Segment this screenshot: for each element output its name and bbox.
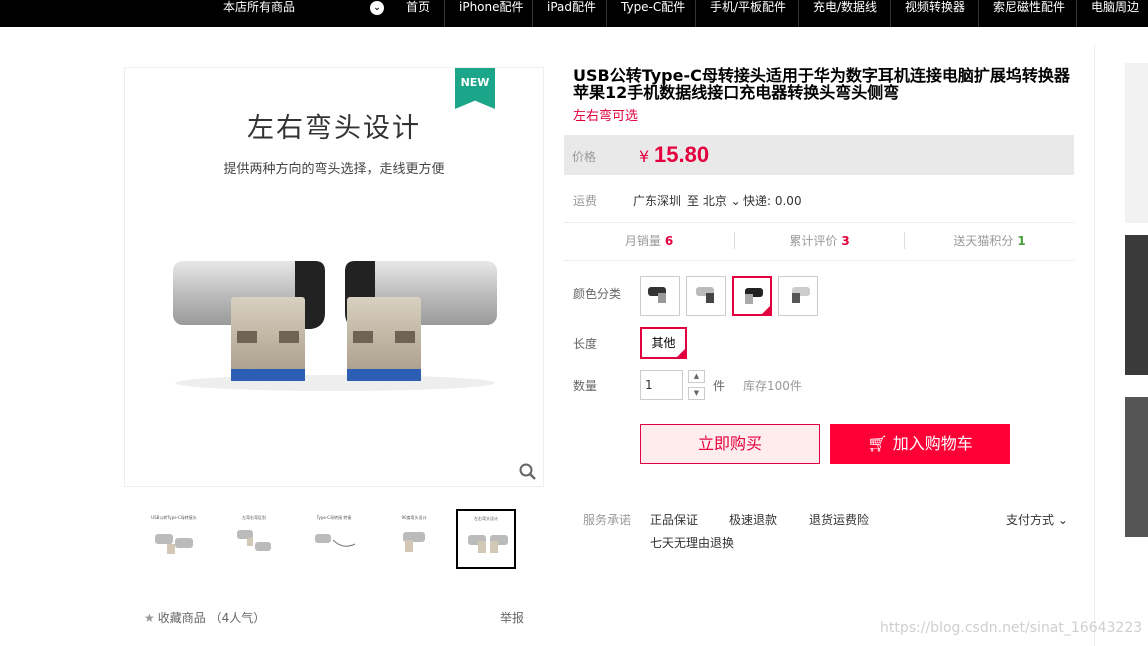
length-option-label: 其他	[651, 336, 676, 350]
thumbnail-selected[interactable]: 左右弯头设计	[456, 509, 516, 569]
product-title: USB公转Type-C母转接头适用于华为数字耳机连接电脑扩展坞转换器苹果12手机…	[573, 66, 1070, 102]
divider	[564, 260, 1074, 261]
nav-iphone[interactable]: iPhone配件	[444, 0, 524, 27]
color-label: 颜色分类	[573, 287, 622, 301]
color-option[interactable]	[778, 276, 818, 316]
favorite-button[interactable]: ★ 收藏商品 （4人气）	[144, 609, 265, 626]
price-value: 15.80	[654, 142, 710, 167]
thumbnail-strip: USB公转Type-C母转接头 左弯右弯区别 Type-C母转接 转接 90度弯…	[144, 509, 524, 569]
favorite-count: （4人气）	[209, 611, 266, 625]
quantity-input[interactable]: 1	[640, 370, 683, 400]
watermark: https://blog.csdn.net/sinat_16643223	[880, 620, 1143, 636]
all-products-link[interactable]: 本店所有商品	[223, 0, 295, 27]
usb-adapter-image	[173, 261, 497, 391]
ship-fee: 快递: 0.00	[743, 194, 802, 208]
nav-charging[interactable]: 充电/数据线	[798, 0, 877, 27]
thumbnail-image	[237, 530, 271, 551]
nav-ipad[interactable]: iPad配件	[532, 0, 596, 27]
star-icon: ★	[144, 611, 155, 625]
price-panel: 价格 ¥ 15.80	[564, 135, 1074, 175]
quantity-unit: 件	[713, 379, 726, 393]
stock-count: 库存100件	[743, 379, 802, 393]
thumbnail[interactable]: USB公转Type-C母转接头	[144, 509, 204, 569]
shipping-label: 运费	[573, 194, 598, 208]
thumbnail-caption: 左右弯头设计	[474, 516, 498, 521]
thumbnail-caption: Type-C母转接 转接	[316, 515, 352, 520]
color-option-selected[interactable]	[732, 276, 772, 316]
service-item[interactable]: 退货运费险	[809, 511, 869, 528]
image-headline: 左右弯头设计	[247, 113, 421, 144]
color-option[interactable]	[640, 276, 680, 316]
buy-now-button[interactable]: 立即购买	[640, 424, 820, 464]
payment-label: 支付方式	[1006, 513, 1055, 527]
thumbnail-caption: 左弯右弯区别	[242, 515, 266, 520]
zoom-icon[interactable]	[519, 463, 537, 481]
color-option[interactable]	[686, 276, 726, 316]
recommendation-image[interactable]	[1125, 397, 1148, 537]
price-label: 价格	[572, 150, 597, 164]
ship-to-select[interactable]: 至 北京 ⌄	[687, 192, 741, 209]
length-option-selected[interactable]: 其他	[640, 327, 687, 377]
nav-home[interactable]: 首页	[392, 0, 430, 27]
recommendation-image[interactable]	[1125, 235, 1148, 375]
recommendation-image[interactable]	[1125, 63, 1148, 223]
nav-sony[interactable]: 索尼磁性配件	[978, 0, 1065, 27]
length-label: 长度	[573, 337, 598, 351]
thumbnail-image	[468, 535, 508, 553]
payment-methods-toggle[interactable]: 支付方式 ⌄	[1006, 511, 1068, 528]
service-label: 服务承诺	[583, 513, 632, 527]
ship-from: 广东深圳	[633, 194, 682, 208]
add-to-cart-button[interactable]: 🛒︎ 加入购物车	[830, 424, 1010, 464]
service-item[interactable]: 正品保证	[650, 511, 698, 528]
report-link[interactable]: 举报	[500, 609, 524, 626]
divider	[564, 222, 1074, 223]
thumbnail[interactable]: Type-C母转接 转接	[304, 509, 364, 569]
nav-typec[interactable]: Type-C配件	[606, 0, 685, 27]
favorite-label: 收藏商品	[157, 611, 206, 625]
thumbnail-image	[315, 534, 356, 547]
chevron-down-icon: ⌄	[726, 194, 741, 208]
increase-button[interactable]: ▲	[688, 370, 705, 383]
shop-nav-bar: 本店所有商品 ⌄ 首页 iPhone配件 iPad配件 Type-C配件 手机/…	[0, 0, 1148, 27]
quantity-label: 数量	[573, 379, 598, 393]
nav-phone-tablet[interactable]: 手机/平板配件	[695, 0, 786, 27]
chevron-down-icon[interactable]: ⌄	[370, 1, 384, 15]
add-to-cart-label: 加入购物车	[892, 434, 973, 453]
nav-video[interactable]: 视频转换器	[890, 0, 965, 27]
chevron-down-icon: ⌄	[1054, 513, 1068, 527]
recommendation-sidebar	[1094, 45, 1148, 646]
thumbnail[interactable]: 90度弯头设计	[384, 509, 444, 569]
service-item[interactable]: 极速退款	[729, 511, 777, 528]
decrease-button[interactable]: ▼	[688, 387, 705, 400]
main-product-image[interactable]: 左右弯头设计 提供两种方向的弯头选择，走线更方便 NEW	[124, 67, 544, 487]
total-reviews[interactable]: 累计评价 3	[734, 232, 904, 249]
thumbnail-caption: USB公转Type-C母转接头	[151, 515, 197, 520]
check-icon	[761, 305, 771, 315]
new-badge: NEW	[455, 68, 495, 109]
thumbnail-image	[403, 532, 425, 552]
product-subtitle: 左右弯可选	[573, 109, 639, 124]
ship-to-text: 至 北京	[687, 194, 727, 208]
monthly-sales: 月销量 6	[624, 234, 674, 248]
thumbnail[interactable]: 左弯右弯区别	[224, 509, 284, 569]
service-item[interactable]: 七天无理由退换	[650, 534, 734, 551]
check-icon	[676, 348, 686, 377]
stats-row: 月销量 6 累计评价 3 送天猫积分 1	[564, 230, 1074, 254]
currency-symbol: ¥	[639, 147, 650, 166]
thumbnail-image	[155, 534, 193, 554]
nav-pc[interactable]: 电脑周边	[1076, 0, 1139, 27]
cart-icon: 🛒︎	[867, 434, 888, 453]
thumbnail-caption: 90度弯头设计	[401, 515, 427, 520]
image-subheadline: 提供两种方向的弯头选择，走线更方便	[223, 162, 445, 177]
tmall-points: 送天猫积分 1	[904, 232, 1074, 249]
